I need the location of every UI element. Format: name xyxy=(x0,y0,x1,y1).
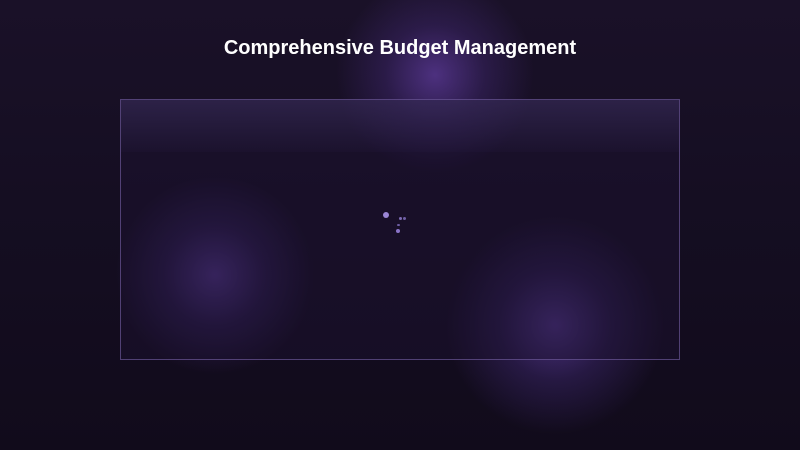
spinner-dot xyxy=(396,229,400,233)
app-window: Comprehensive Budget Management xyxy=(0,0,800,450)
content-panel xyxy=(120,99,680,360)
spinner-dot xyxy=(399,217,402,220)
spinner-dot xyxy=(403,217,406,220)
page-title: Comprehensive Budget Management xyxy=(223,37,577,59)
spinner-dot xyxy=(397,224,400,226)
loading-spinner-icon xyxy=(383,212,409,238)
spinner-dot xyxy=(383,212,389,218)
panel-header xyxy=(121,100,679,152)
